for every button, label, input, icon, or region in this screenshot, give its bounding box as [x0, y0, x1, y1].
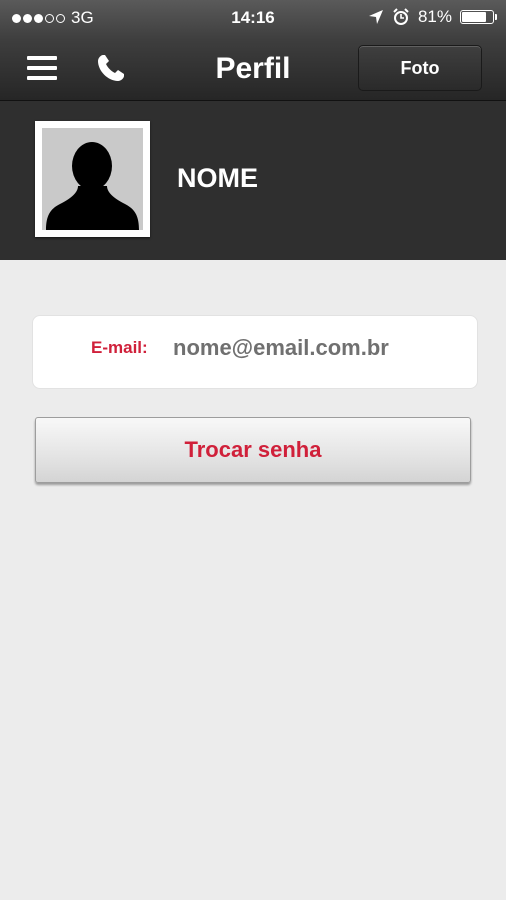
battery-percentage: 81% — [417, 7, 452, 26]
photo-button[interactable]: Foto — [358, 45, 482, 91]
change-password-button[interactable]: Trocar senha — [35, 417, 471, 483]
status-right: 81% — [368, 7, 497, 27]
profile-name: NOME — [177, 163, 258, 193]
status-bar: 3G 14:16 81% — [0, 0, 506, 34]
email-value: nome@email.com.br — [173, 335, 389, 360]
alarm-clock-icon — [393, 8, 409, 25]
top-bar: 3G 14:16 81% Perfil Foto — [0, 0, 506, 101]
avatar[interactable] — [35, 121, 150, 237]
profile-header: NOME — [0, 101, 506, 260]
location-arrow-icon — [368, 10, 383, 24]
navigation-bar: Perfil Foto — [0, 40, 506, 100]
user-silhouette-icon — [46, 142, 139, 230]
battery-icon — [460, 10, 497, 24]
email-card: E-mail: nome@email.com.br — [32, 315, 478, 389]
email-label: E-mail: — [91, 338, 148, 357]
